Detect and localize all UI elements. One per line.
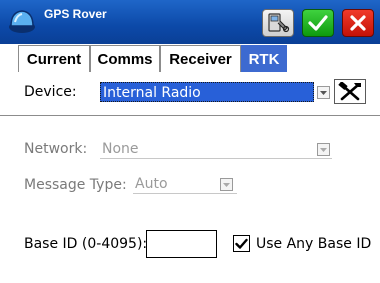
device-select-value: Internal Radio	[100, 82, 314, 102]
close-icon	[350, 15, 366, 31]
message-type-select[interactable]: Auto	[133, 174, 237, 194]
dropdown-arrow-icon[interactable]	[220, 178, 233, 191]
base-id-label: Base ID (0-4095):	[24, 236, 148, 252]
message-type-select-value: Auto	[135, 176, 168, 192]
receiver-tool-button[interactable]	[262, 9, 294, 37]
device-label: Device:	[24, 84, 77, 100]
network-select-value: None	[102, 141, 139, 157]
use-any-base-id-checkbox[interactable]	[233, 235, 250, 252]
dropdown-arrow-icon[interactable]	[317, 86, 330, 99]
tab-rtk[interactable]: RTK	[241, 45, 287, 72]
use-any-base-id-label[interactable]: Use Any Base ID	[256, 236, 371, 252]
checkmark-icon	[235, 238, 248, 249]
tab-comms[interactable]: Comms	[90, 45, 160, 72]
device-select[interactable]: Internal Radio	[100, 82, 332, 102]
network-label: Network:	[24, 141, 88, 157]
message-type-label: Message Type:	[24, 177, 127, 193]
app-title: GPS Rover	[44, 7, 107, 21]
checkmark-icon	[308, 15, 328, 31]
close-button[interactable]	[342, 9, 374, 37]
network-select[interactable]: None	[100, 139, 332, 159]
accept-button[interactable]	[302, 9, 334, 37]
receiver-tool-icon	[268, 13, 290, 33]
tab-divider	[0, 115, 380, 116]
gps-receiver-icon	[9, 10, 35, 33]
tab-receiver[interactable]: Receiver	[160, 45, 241, 72]
dropdown-arrow-icon[interactable]	[317, 143, 330, 156]
tab-current[interactable]: Current	[18, 45, 90, 72]
tools-icon	[338, 81, 361, 100]
title-bar: GPS Rover	[0, 0, 380, 44]
base-id-input[interactable]	[146, 230, 217, 258]
tab-strip: Current Comms Receiver RTK	[0, 44, 380, 116]
device-settings-button[interactable]	[334, 79, 366, 104]
